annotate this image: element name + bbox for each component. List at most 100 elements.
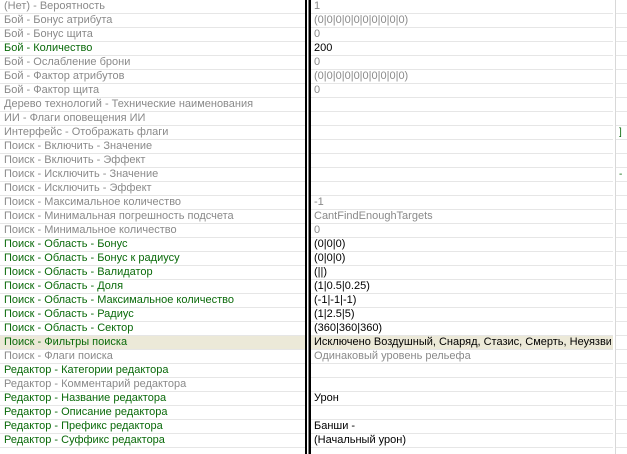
side-row-line <box>616 321 627 322</box>
property-value[interactable] <box>314 140 611 153</box>
property-value[interactable]: (360|360|360) <box>314 322 611 335</box>
property-value[interactable]: (Начальный урон) <box>314 434 611 447</box>
property-value[interactable]: (1|0.5|0.25) <box>314 280 611 293</box>
side-row-line <box>616 363 627 364</box>
side-row-line <box>616 223 627 224</box>
property-value[interactable] <box>314 182 611 195</box>
side-row-line <box>616 83 627 84</box>
property-name: Редактор - Категории редактора <box>4 364 169 376</box>
column-splitter[interactable] <box>305 0 311 454</box>
property-value[interactable]: 1 <box>314 0 611 13</box>
property-value[interactable] <box>314 112 611 125</box>
property-name: Поиск - Фильтры поиска <box>4 336 128 348</box>
side-row-line <box>616 167 627 168</box>
property-value[interactable]: 0 <box>314 28 611 41</box>
side-mark: ] <box>619 127 622 138</box>
side-row-line <box>616 433 627 434</box>
property-name: Бой - Ослабление брони <box>4 56 131 68</box>
property-value[interactable]: (1|2.5|5) <box>314 308 611 321</box>
side-row-line <box>616 391 627 392</box>
side-row-line <box>616 139 627 140</box>
property-name: Интерфейс - Отображать флаги <box>4 126 169 138</box>
property-value[interactable]: 200 <box>314 42 611 55</box>
property-value[interactable]: Урон <box>314 392 611 405</box>
property-name: Бой - Фактор щита <box>4 84 100 96</box>
property-value[interactable]: 0 <box>314 224 611 237</box>
property-name: Поиск - Область - Бонус к радиусу <box>4 252 180 264</box>
property-name: Бой - Фактор атрибутов <box>4 70 125 82</box>
property-value[interactable] <box>314 378 611 391</box>
property-value[interactable] <box>314 406 611 419</box>
property-name: Бой - Количество <box>4 42 93 54</box>
property-name: Поиск - Область - Валидатор <box>4 266 153 278</box>
property-name: Поиск - Включить - Значение <box>4 140 153 152</box>
side-row-line <box>616 195 627 196</box>
side-row-line <box>616 111 627 112</box>
side-row-line <box>616 55 627 56</box>
side-row-line <box>616 41 627 42</box>
property-value[interactable]: Банши - <box>314 420 611 433</box>
side-row-line <box>616 13 627 14</box>
side-row-line <box>616 293 627 294</box>
property-value[interactable] <box>314 154 611 167</box>
property-name: Бой - Бонус щита <box>4 28 93 40</box>
property-name: Поиск - Максимальное количество <box>4 196 182 208</box>
property-name: Редактор - Название редактора <box>4 392 167 404</box>
side-row-line <box>616 251 627 252</box>
property-value[interactable] <box>314 168 611 181</box>
property-name: Поиск - Область - Максимальное количеств… <box>4 294 234 306</box>
side-row-line <box>616 27 627 28</box>
side-mark: - <box>619 169 623 180</box>
property-name: Поиск - Область - Радиус <box>4 308 134 320</box>
property-name: Поиск - Исключить - Эффект <box>4 182 152 194</box>
side-row-line <box>616 307 627 308</box>
property-value[interactable]: CantFindEnoughTargets <box>314 210 611 223</box>
side-row-line <box>616 279 627 280</box>
property-value[interactable]: Исключено Воздушный, Снаряд, Стазис, Сме… <box>314 336 611 349</box>
property-name: Поиск - Флаги поиска <box>4 350 113 362</box>
property-value[interactable]: (0|0|0|0|0|0|0|0|0|0) <box>314 14 611 27</box>
property-name: Поиск - Минимальная погрешность подсчета <box>4 210 234 222</box>
side-panel: ] - <box>615 0 627 454</box>
property-name: Дерево технологий - Технические наименов… <box>4 98 254 110</box>
property-value[interactable]: (-1|-1|-1) <box>314 294 611 307</box>
property-name: Поиск - Включить - Эффект <box>4 154 146 166</box>
property-value[interactable] <box>314 126 611 139</box>
side-row-line <box>616 125 627 126</box>
property-name: Поиск - Минимальное количество <box>4 224 177 236</box>
property-name: Поиск - Область - Доля <box>4 280 124 292</box>
splitter-line <box>305 0 307 454</box>
property-name: Редактор - Описание редактора <box>4 406 168 418</box>
property-value[interactable]: 0 <box>314 56 611 69</box>
property-value[interactable] <box>314 98 611 111</box>
property-name: Редактор - Комментарий редактора <box>4 378 187 390</box>
side-row-line <box>616 265 627 266</box>
property-value[interactable] <box>314 364 611 377</box>
side-row-line <box>616 97 627 98</box>
property-value[interactable]: (0|0|0) <box>314 252 611 265</box>
side-row-line <box>616 181 627 182</box>
side-row-line <box>616 349 627 350</box>
side-row-line <box>616 69 627 70</box>
property-name: Редактор - Префикс редактора <box>4 420 163 432</box>
property-name: (Нет) - Вероятность <box>4 0 105 12</box>
side-row-line <box>616 419 627 420</box>
property-value[interactable]: Одинаковый уровень рельефа <box>314 350 611 363</box>
property-value[interactable]: (0|0|0) <box>314 238 611 251</box>
property-name: Поиск - Область - Бонус <box>4 238 128 250</box>
property-value[interactable]: -1 <box>314 196 611 209</box>
property-value[interactable]: 0 <box>314 84 611 97</box>
property-value[interactable]: (0|0|0|0|0|0|0|0|0|0) <box>314 70 611 83</box>
splitter-line <box>309 0 311 454</box>
property-name: Поиск - Область - Сектор <box>4 322 134 334</box>
property-name: ИИ - Флаги оповещения ИИ <box>4 112 146 124</box>
property-value[interactable]: (||) <box>314 266 611 279</box>
side-row-line <box>616 377 627 378</box>
side-row-line <box>616 153 627 154</box>
property-name: Редактор - Суффикс редактора <box>4 434 165 446</box>
side-row-line <box>616 447 627 448</box>
property-name: Бой - Бонус атрибута <box>4 14 113 26</box>
property-name: Поиск - Исключить - Значение <box>4 168 159 180</box>
side-row-line <box>616 335 627 336</box>
side-row-line <box>616 209 627 210</box>
